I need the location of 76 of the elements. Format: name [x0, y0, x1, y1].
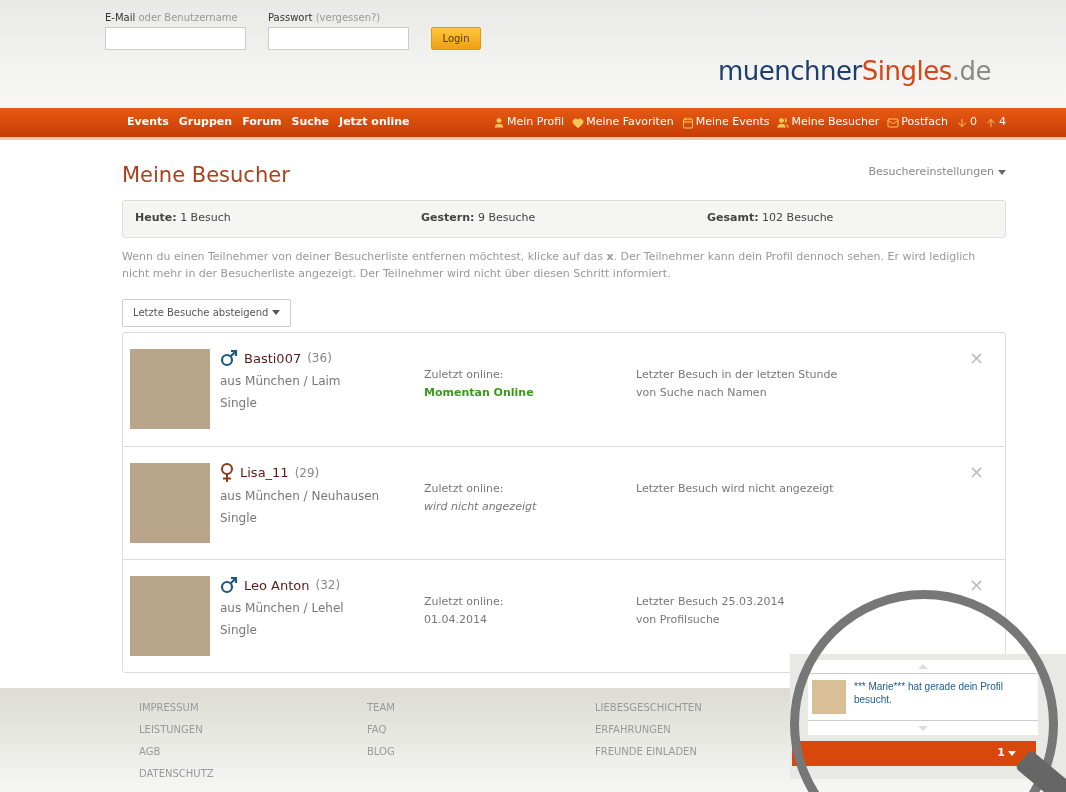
relationship-status: Single	[220, 395, 258, 412]
visitor-name-link[interactable]: Basti007	[244, 348, 302, 368]
female-symbol-icon	[220, 462, 234, 483]
email-label: E-Mail oder Benutzername	[105, 11, 239, 25]
site-logo[interactable]: muenchnerSingles.de	[718, 52, 991, 91]
footer-link[interactable]: BLOG	[367, 744, 595, 759]
footer-link[interactable]: IMPRESSUM	[139, 700, 367, 715]
last-visit-text: Letzter Besuch 25.03.2014	[636, 593, 786, 610]
stat-text: Heute: 1 Besuch	[135, 210, 232, 227]
footer-link[interactable]: FAQ	[367, 722, 595, 737]
profile-photo-placeholder[interactable]	[130, 462, 210, 543]
nav-link[interactable]: Jetzt online	[339, 114, 410, 131]
last-visit-text: Letzter Besuch in der letzten Stunde	[636, 366, 839, 383]
footer-link[interactable]: AGB	[139, 744, 367, 759]
nav-link[interactable]: Events	[127, 114, 169, 131]
footer-link[interactable]: TEAM	[367, 700, 595, 715]
visitor-name-link[interactable]: Leo Anton	[244, 575, 310, 595]
password-label: Passwort (vergessen?)	[268, 11, 382, 25]
nav-link[interactable]: 0	[956, 114, 977, 131]
arrow-down-icon	[956, 116, 968, 129]
profile-photo-placeholder[interactable]	[130, 575, 210, 656]
visitor-age: (32)	[315, 577, 341, 595]
relationship-status: Single	[220, 622, 258, 639]
nav-link[interactable]: Forum	[242, 114, 282, 131]
last-online-value: wird nicht angezeigt	[424, 499, 538, 515]
male-symbol-icon	[220, 576, 238, 595]
visitor-age: (29)	[294, 464, 320, 482]
people-icon	[777, 116, 790, 129]
nav-link[interactable]: Meine Besucher	[777, 114, 880, 131]
footer-link[interactable]: LEISTUNGEN	[139, 722, 367, 737]
caret-icon	[998, 169, 1006, 175]
visitor-location: aus München / Laim	[220, 373, 342, 390]
stat-text: Gesamt: 102 Besuche	[707, 210, 835, 227]
last-online-label: Zuletzt online:	[424, 366, 505, 383]
scroll-up-icon[interactable]	[918, 664, 928, 669]
last-online-label: Zuletzt online:	[424, 480, 505, 497]
login-button[interactable]: Login	[431, 27, 481, 50]
nav-link[interactable]: Meine Favoriten	[572, 114, 674, 131]
page-title: Meine Besucher	[122, 162, 290, 189]
visitor-location: aus München / Neuhausen	[220, 487, 381, 505]
nav-link[interactable]: Meine Events	[681, 114, 770, 131]
last-online-label: Zuletzt online:	[424, 593, 505, 610]
male-symbol-icon	[220, 349, 238, 368]
nav-link[interactable]: 4	[985, 114, 1006, 131]
profile-photo-placeholder[interactable]	[130, 348, 210, 429]
stat-text: Gestern: 9 Besuche	[421, 210, 537, 227]
notification-bar[interactable]: 1	[792, 741, 1036, 766]
arrow-up-icon	[985, 116, 997, 129]
visitor-location: aus München / Lehel	[220, 600, 345, 617]
visit-source-text: von Profilsuche	[636, 612, 721, 628]
notification-count: 1	[997, 745, 1005, 762]
info-text: Wenn du einen Teilnehmer von deiner Besucherliste entfernen möchtest, klicke auf das x. Der Teilnehmer kann dein Profil dennoch sehen. Er wird lediglich nicht mehr in der Besucherliste angezeigt. Der Teilnehmer wird nicht über diesen Schritt informiert.	[122, 248, 977, 282]
nav-link[interactable]: Suche	[291, 114, 330, 131]
last-online-value: 01.04.2014	[424, 612, 488, 628]
visitor-name-link[interactable]: Lisa_11	[240, 462, 289, 483]
nav-link[interactable]: Mein Profil	[492, 114, 565, 131]
relationship-status: Single	[220, 509, 258, 527]
last-online-value: Momentan Online	[424, 385, 535, 401]
last-visit-text: Letzter Besuch wird nicht angezeigt	[636, 480, 835, 497]
nav-link[interactable]: Postfach	[887, 114, 948, 131]
caret-icon	[1008, 751, 1016, 756]
sort-dropdown[interactable]: Letzte Besuche absteigend	[122, 298, 292, 327]
settings-dropdown[interactable]: Besuchereinstellungen	[868, 164, 1006, 181]
visitor-age: (36)	[307, 350, 332, 368]
calendar-icon	[681, 116, 694, 129]
caret-icon	[272, 310, 281, 315]
email-input-field[interactable]	[105, 27, 246, 50]
heart-icon	[572, 116, 585, 129]
scroll-down-icon[interactable]	[918, 725, 928, 731]
avatar-photo-placeholder	[812, 680, 846, 714]
nav-link[interactable]: Gruppen	[178, 114, 233, 131]
password-input-field[interactable]	[268, 27, 409, 50]
envelope-icon	[887, 116, 900, 129]
footer-link[interactable]: DATENSCHUTZ	[139, 766, 367, 781]
person-icon	[492, 116, 505, 129]
visit-source-text: von Suche nach Namen	[636, 385, 768, 401]
